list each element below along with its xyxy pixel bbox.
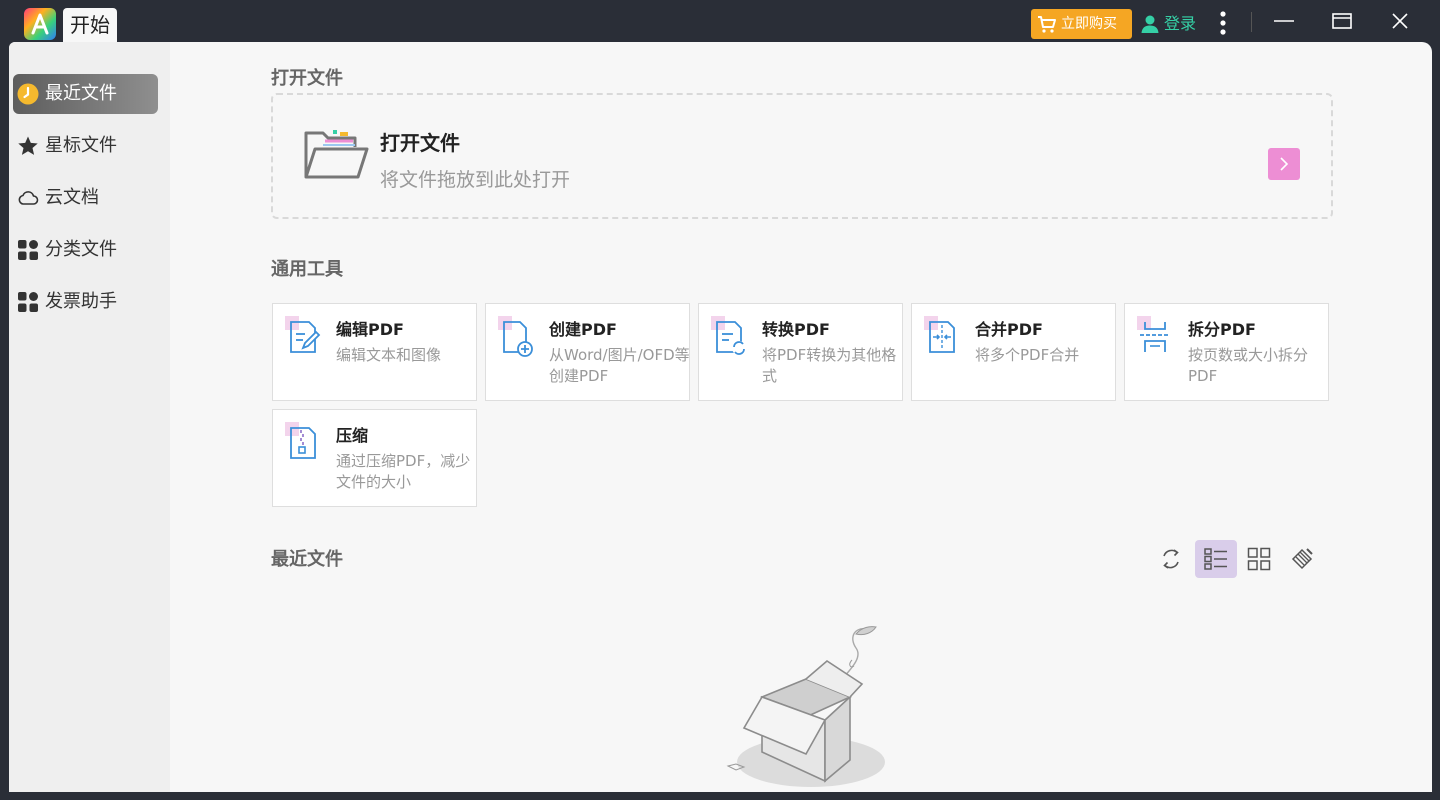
tool-title: 拆分PDF [1188,320,1256,339]
sidebar: 最近文件 星标文件 云文档 分类文件 发票助手 [9,42,170,792]
sidebar-item-starred[interactable]: 星标文件 [13,126,158,166]
sidebar-item-invoice[interactable]: 发票助手 [13,282,158,322]
refresh-button[interactable] [1150,540,1192,578]
folder-open-icon [304,130,369,179]
tool-card-edit-pdf[interactable]: 编辑PDF 编辑文本和图像 [272,303,477,401]
sidebar-item-label: 分类文件 [45,239,117,260]
title-separator [1251,12,1252,32]
drop-zone-subtitle: 将文件拖放到此处打开 [380,169,571,191]
recent-files-heading: 最近文件 [271,549,343,570]
sidebar-item-label: 发票助手 [45,291,117,312]
tool-title: 合并PDF [975,320,1043,339]
list-view-icon [1204,548,1227,570]
tab-start[interactable]: 开始 [63,8,117,42]
sidebar-item-label: 星标文件 [45,135,117,156]
login-label: 登录 [1164,14,1197,33]
tool-title: 压缩 [336,426,369,445]
compress-icon [285,422,316,459]
sidebar-item-recent[interactable]: 最近文件 [13,74,158,114]
tool-title: 编辑PDF [336,320,404,339]
login-button[interactable]: 登录 [1140,9,1196,39]
sidebar-item-label: 最近文件 [45,83,117,104]
tool-card-merge-pdf[interactable]: 合并PDF 将多个PDF合并 [911,303,1116,401]
edit-pdf-icon [285,316,321,353]
app-logo-icon [24,8,56,40]
chevron-right-icon [1280,157,1289,171]
main-window: 最近文件 星标文件 云文档 分类文件 发票助手 打开文件 打开文件 将文件拖放到… [9,42,1432,792]
merge-pdf-icon [924,316,955,353]
list-view-button[interactable] [1195,540,1237,578]
more-menu-icon[interactable] [1214,10,1232,36]
user-icon [1141,15,1159,33]
tool-description: 将PDF转换为其他格式 [762,346,897,385]
cloud-icon [18,191,39,205]
open-file-button[interactable] [1268,148,1300,180]
tools-heading: 通用工具 [271,259,343,280]
buy-now-button[interactable]: 立即购买 [1031,9,1132,39]
sidebar-item-cloud[interactable]: 云文档 [13,178,158,218]
drop-zone-title: 打开文件 [380,131,460,155]
title-bar: 开始 立即购买 登录 [0,0,1440,42]
maximize-icon[interactable] [1324,6,1360,36]
buy-now-label: 立即购买 [1061,16,1117,32]
grid-view-icon [1247,547,1271,571]
convert-pdf-icon [711,316,746,355]
category-icon [18,240,38,260]
tool-description: 按页数或大小拆分PDF [1188,346,1309,385]
tool-description: 通过压缩PDF，减少文件的大小 [336,452,471,491]
star-icon [18,136,38,155]
category-icon [18,292,38,312]
sidebar-item-category[interactable]: 分类文件 [13,230,158,270]
tool-description: 将多个PDF合并 [975,346,1080,364]
cart-icon [1038,16,1056,33]
tool-card-convert-pdf[interactable]: 转换PDF 将PDF转换为其他格式 [698,303,903,401]
close-icon[interactable] [1382,6,1418,36]
clear-icon [1291,548,1313,570]
create-pdf-icon [498,316,533,357]
split-pdf-icon [1137,316,1170,352]
clear-button[interactable] [1281,540,1323,578]
tool-card-compress[interactable]: 压缩 通过压缩PDF，减少文件的大小 [272,409,477,507]
sidebar-item-label: 云文档 [45,187,99,208]
tool-description: 从Word/图片/OFD等创建PDF [549,346,690,385]
empty-box-illustration [726,626,885,787]
file-drop-zone[interactable]: 打开文件 将文件拖放到此处打开 [271,93,1333,219]
clock-icon [17,83,39,105]
tool-title: 创建PDF [549,320,617,339]
refresh-icon [1163,549,1179,569]
open-file-heading: 打开文件 [271,68,343,89]
tool-card-create-pdf[interactable]: 创建PDF 从Word/图片/OFD等创建PDF [485,303,690,401]
tool-card-split-pdf[interactable]: 拆分PDF 按页数或大小拆分PDF [1124,303,1329,401]
tool-title: 转换PDF [762,320,830,339]
tool-description: 编辑文本和图像 [336,346,442,364]
grid-view-button[interactable] [1238,540,1280,578]
minimize-icon[interactable] [1266,6,1302,36]
